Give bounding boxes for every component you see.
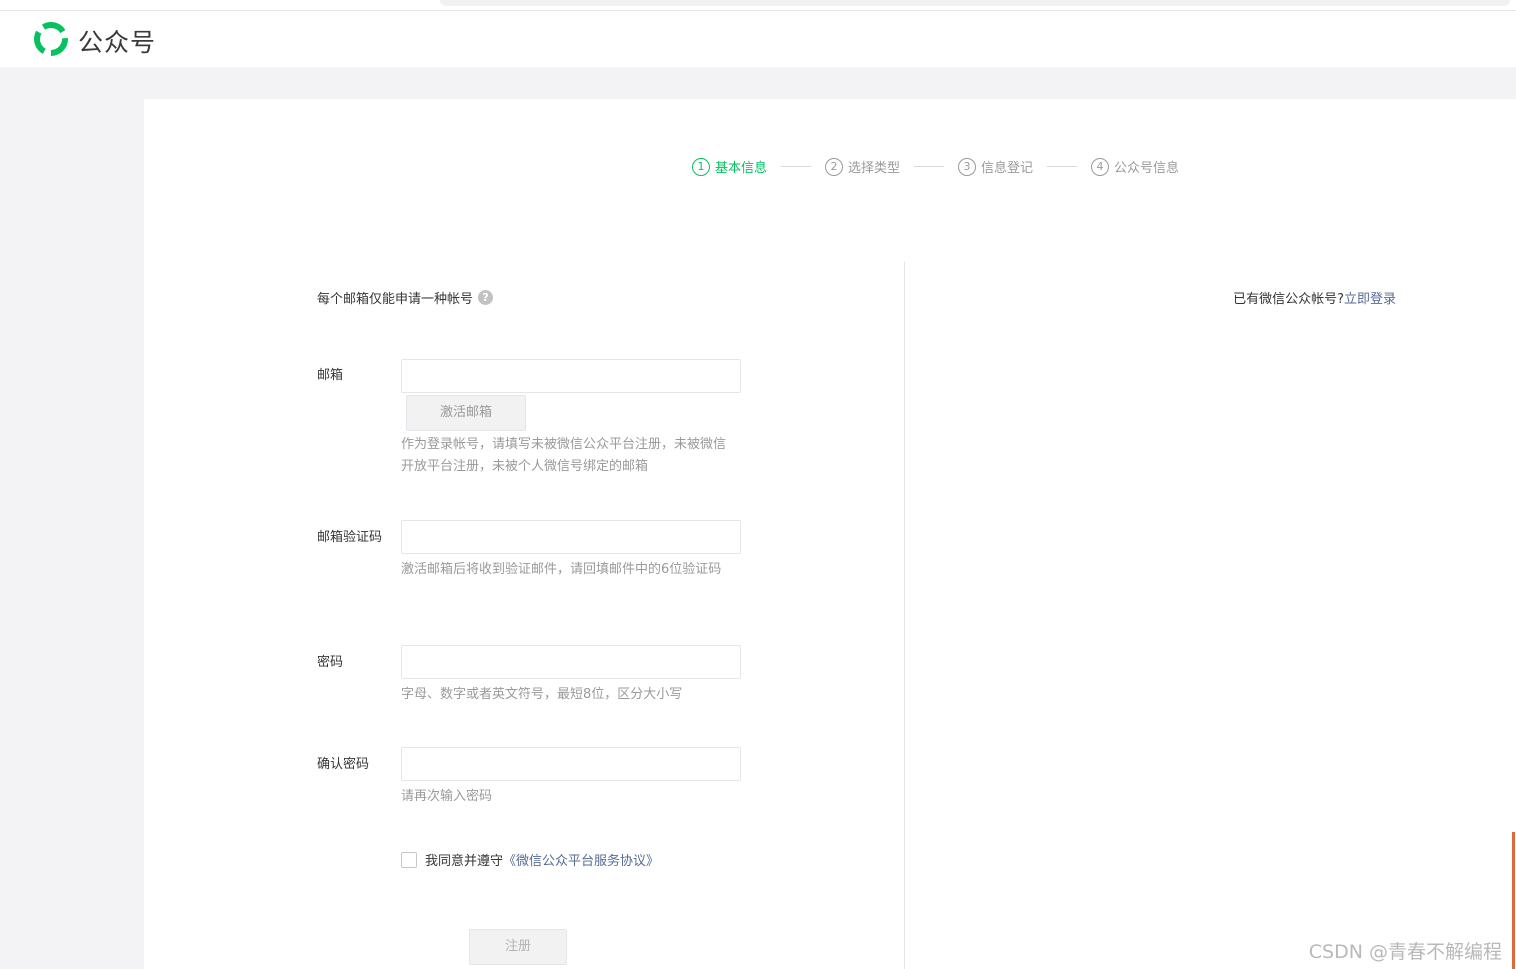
step-number: 4	[1091, 157, 1110, 176]
email-notice: 每个邮箱仅能申请一种帐号 ?	[317, 288, 494, 307]
wechat-mp-logo-icon[interactable]	[34, 22, 68, 56]
verify-code-label: 邮箱验证码	[317, 530, 383, 545]
agreement-link[interactable]: 《微信公众平台服务协议》	[503, 850, 659, 869]
confirm-password-input[interactable]	[401, 747, 741, 781]
vertical-divider	[904, 262, 905, 969]
step-number: 3	[958, 157, 977, 176]
step-label: 选择类型	[848, 161, 901, 176]
step-connector	[781, 166, 812, 167]
login-hint: 已有微信公众帐号?立即登录	[1233, 288, 1396, 307]
step-connector	[1047, 166, 1078, 167]
activate-email-button[interactable]: 激活邮箱	[406, 395, 526, 431]
step-number: 2	[825, 157, 844, 176]
step-label: 基本信息	[715, 161, 768, 176]
step-label: 信息登记	[981, 161, 1034, 176]
step-label: 公众号信息	[1114, 161, 1180, 176]
password-hint: 字母、数字或者英文符号，最短8位，区分大小写	[401, 687, 683, 702]
step-basic-info: 1 基本信息	[692, 157, 767, 176]
site-header: 公众号	[0, 11, 1516, 67]
brand-title[interactable]: 公众号	[78, 23, 156, 59]
help-icon[interactable]: ?	[478, 290, 494, 305]
agreement-row: 我同意并遵守 《微信公众平台服务协议》	[401, 850, 659, 869]
email-hint: 作为登录帐号，请填写未被微信公众平台注册，未被微信开放平台注册，未被个人微信号绑…	[401, 437, 727, 474]
verify-code-hint: 激活邮箱后将收到验证邮件，请回填邮件中的6位验证码	[401, 562, 722, 577]
confirm-password-hint: 请再次输入密码	[401, 789, 493, 804]
register-button[interactable]: 注册	[469, 929, 567, 965]
edge-scroll-mark	[1512, 832, 1515, 969]
registration-steps: 1 基本信息 2 选择类型 3 信息登记 4 公众号信息	[692, 157, 1179, 176]
agreement-text: 我同意并遵守	[425, 854, 504, 869]
confirm-password-label: 确认密码	[317, 757, 370, 772]
login-prompt: 已有微信公众帐号?	[1233, 292, 1344, 307]
password-input[interactable]	[401, 645, 741, 679]
password-label: 密码	[317, 655, 344, 670]
step-connector	[914, 166, 945, 167]
email-input[interactable]	[401, 359, 741, 393]
step-info-registration: 3 信息登记	[958, 157, 1033, 176]
login-link[interactable]: 立即登录	[1344, 292, 1396, 307]
agreement-checkbox[interactable]	[401, 851, 417, 868]
email-label: 邮箱	[317, 368, 344, 383]
step-select-type: 2 选择类型	[825, 157, 900, 176]
step-account-info: 4 公众号信息	[1091, 157, 1179, 176]
browser-top-strip	[0, 0, 1516, 11]
register-card: 1 基本信息 2 选择类型 3 信息登记 4 公众号信息 每个邮箱仅能申请一种帐…	[144, 99, 1516, 969]
step-number: 1	[692, 157, 710, 176]
notice-text: 每个邮箱仅能申请一种帐号	[317, 292, 474, 307]
browser-tab-strip	[440, 0, 1510, 6]
verify-code-input[interactable]	[401, 520, 741, 554]
watermark: CSDN @青春不解编程	[1308, 941, 1502, 963]
